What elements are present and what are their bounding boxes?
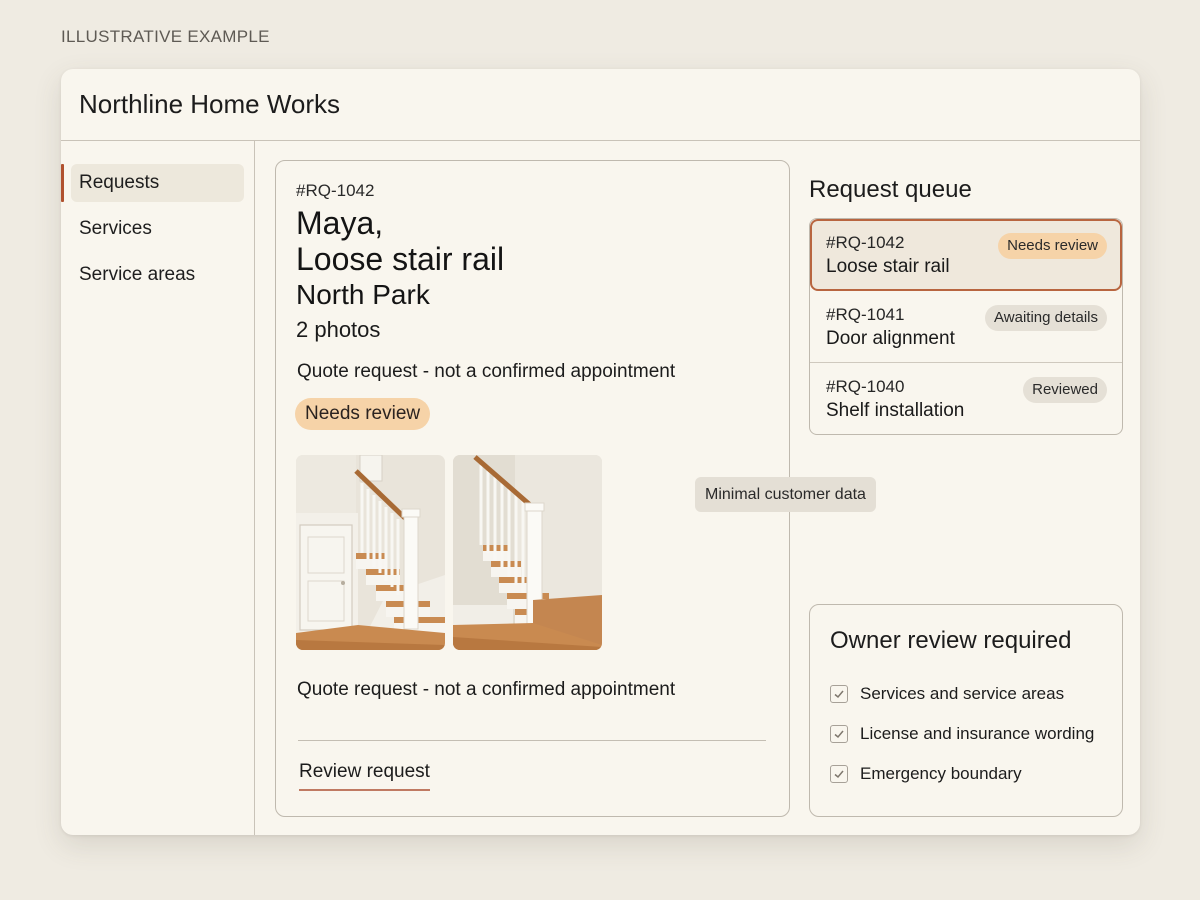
queue-row-id: #RQ-1042	[826, 233, 905, 252]
request-title: Loose stair rail	[296, 241, 505, 277]
queue-row-id: #RQ-1041	[826, 305, 905, 324]
sidebar: Requests Services Service areas	[61, 141, 255, 835]
queue-status-badge: Awaiting details	[985, 305, 1107, 331]
eyebrow-label: ILLUSTRATIVE EXAMPLE	[61, 27, 270, 46]
queue-row-id: #RQ-1040	[826, 377, 905, 396]
queue-row-rq-1040[interactable]: #RQ-1040 Shelf installation Reviewed	[810, 363, 1122, 434]
checklist-label: License and insurance wording	[860, 724, 1095, 743]
photo-count: 2 photos	[296, 317, 381, 342]
app-header: Northline Home Works	[61, 69, 1140, 141]
service-area: North Park	[296, 279, 430, 310]
queue-status-badge: Reviewed	[1023, 377, 1107, 403]
staircase-photo-2-icon	[453, 455, 602, 650]
active-indicator	[61, 164, 64, 202]
app-window: Northline Home Works Requests Services S…	[61, 69, 1140, 835]
minimal-data-tooltip: Minimal customer data	[695, 477, 876, 512]
queue-row-rq-1042[interactable]: #RQ-1042 Loose stair rail Needs review	[810, 219, 1122, 291]
app-title: Northline Home Works	[79, 89, 341, 119]
request-queue-title: Request queue	[809, 176, 972, 203]
request-id: #RQ-1042	[296, 181, 375, 200]
checkbox[interactable]	[830, 685, 848, 703]
checkmark-icon	[834, 730, 844, 739]
staircase-photo-1-icon	[296, 455, 445, 650]
staircase-photo-1[interactable]	[296, 455, 445, 650]
checklist-label: Emergency boundary	[860, 764, 1022, 783]
checkmark-icon	[834, 690, 844, 699]
owner-review-title: Owner review required	[830, 627, 1072, 654]
status-badge: Needs review	[295, 398, 431, 430]
quote-notice-top: Quote request - not a confirmed appointm…	[297, 361, 676, 382]
review-request-link[interactable]: Review request	[299, 761, 430, 791]
checkbox[interactable]	[830, 725, 848, 743]
sidebar-item-service-areas[interactable]: Service areas	[71, 256, 244, 294]
checklist-label: Services and service areas	[860, 684, 1065, 703]
sidebar-item-requests[interactable]: Requests	[71, 164, 244, 202]
sidebar-item-services[interactable]: Services	[71, 210, 244, 248]
request-queue-list: #RQ-1042 Loose stair rail Needs review #…	[809, 218, 1123, 435]
card-divider	[298, 740, 766, 741]
checkbox[interactable]	[830, 765, 848, 783]
owner-review-card: Owner review required Services and servi…	[809, 604, 1123, 817]
queue-row-rq-1041[interactable]: #RQ-1041 Door alignment Awaiting details	[810, 291, 1122, 363]
customer-name: Maya,	[296, 205, 384, 241]
queue-row-title: Loose stair rail	[826, 256, 950, 277]
queue-row-title: Door alignment	[826, 328, 955, 349]
quote-notice-bottom: Quote request - not a confirmed appointm…	[297, 679, 676, 700]
staircase-photo-2[interactable]	[453, 455, 602, 650]
queue-status-badge: Needs review	[998, 233, 1107, 259]
checkmark-icon	[834, 770, 844, 779]
queue-row-title: Shelf installation	[826, 400, 965, 421]
